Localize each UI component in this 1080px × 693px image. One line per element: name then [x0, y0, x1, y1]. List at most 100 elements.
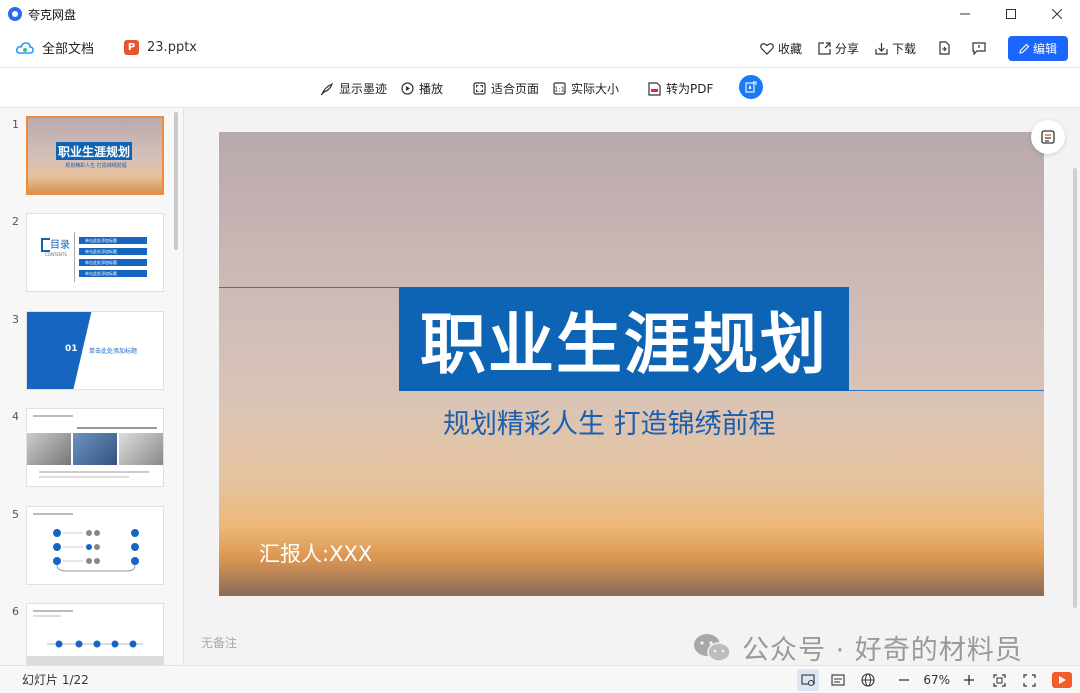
zoom-in-button[interactable] [958, 669, 980, 691]
thumbnail-slide-6[interactable]: 6 [0, 603, 172, 665]
zoom-out-button[interactable] [893, 669, 915, 691]
web-view-button[interactable] [857, 669, 879, 691]
fullscreen-button[interactable] [1018, 669, 1040, 691]
favorite-label: 收藏 [777, 41, 802, 56]
slide-notes[interactable]: 无备注 [201, 634, 237, 651]
favorite-button[interactable]: 收藏 [760, 40, 802, 57]
ai-edit-icon [745, 81, 757, 93]
share-icon [818, 41, 831, 55]
close-button[interactable] [1034, 0, 1080, 28]
actual-size-icon: 1:1 [553, 82, 566, 95]
open-external-button[interactable] [938, 41, 950, 55]
normal-view-button[interactable] [797, 669, 820, 691]
app-logo-icon [8, 7, 22, 21]
thumbnail-scrollbar[interactable] [174, 112, 178, 250]
feedback-button[interactable] [972, 41, 986, 55]
thumbnail-subtitle: 规划精彩人生 打造锦绣前程 [65, 163, 127, 169]
thumbnail-number: 3 [12, 313, 19, 326]
thumbnail-preview[interactable]: 职业生涯规划 规划精彩人生 打造锦绣前程 [26, 116, 164, 195]
download-label: 下载 [891, 41, 916, 56]
minimize-icon [960, 13, 970, 15]
thumbnail-number: 5 [12, 508, 19, 521]
thumbnail-title: 职业生涯规划 [56, 142, 132, 160]
minimize-button[interactable] [942, 0, 988, 28]
play-button[interactable]: 播放 [401, 80, 443, 97]
cloud-icon[interactable] [16, 41, 34, 55]
heart-icon [760, 42, 774, 55]
thumbnail-label: 单击此处添加标题 [89, 348, 138, 355]
thumbnail-slide-1[interactable]: 1 职业生涯规划 规划精彩人生 打造锦绣前程 [0, 116, 172, 198]
document-header: 全部文档 P 23.pptx 收藏 分享 下载 编辑 [0, 28, 1080, 68]
thumbnail-slide-3[interactable]: 3 01 单击此处添加标题 [0, 311, 172, 393]
ai-assistant-button[interactable] [739, 75, 763, 99]
slide-reporter: 汇报人:XXX [259, 542, 373, 566]
thumbnail-title: 目录 [41, 236, 70, 252]
thumbnail-preview[interactable] [26, 408, 164, 487]
to-pdf-button[interactable]: 转为PDF [648, 80, 713, 97]
watermark-text: 公众号 · 好奇的材料员 [742, 635, 1023, 666]
app-title: 夸克网盘 [28, 7, 77, 22]
minus-icon [899, 679, 910, 681]
slide-decor-line [219, 287, 399, 288]
slide-count: 幻灯片 1/22 [22, 673, 89, 687]
feedback-icon [972, 41, 986, 55]
pdf-icon [648, 81, 661, 96]
file-name: 23.pptx [147, 40, 197, 55]
canvas-scrollbar[interactable] [1073, 168, 1077, 608]
download-button[interactable]: 下载 [875, 40, 916, 57]
slide-panel-toggle-button[interactable] [1031, 120, 1065, 154]
slide-subtitle: 规划精彩人生 打造锦绣前程 [443, 409, 776, 440]
thumbnail-preview[interactable] [26, 603, 164, 665]
fit-window-button[interactable] [988, 669, 1010, 691]
title-bar: 夸克网盘 [0, 0, 1080, 28]
view-toolbar: 显示墨迹 播放 适合页面 1:1 实际大小 转为PDF [0, 68, 1080, 108]
wechat-icon [694, 633, 731, 662]
thumbnail-number: 4 [12, 410, 19, 423]
slide-canvas[interactable]: 职业生涯规划 规划精彩人生 打造锦绣前程 汇报人:XXX 无备注 公众号 · 好… [184, 108, 1080, 666]
current-slide[interactable]: 职业生涯规划 规划精彩人生 打造锦绣前程 汇报人:XXX [219, 132, 1044, 596]
thumbnail-number: 1 [12, 118, 19, 131]
fit-window-icon [992, 673, 1006, 687]
to-pdf-label: 转为PDF [666, 82, 714, 96]
zoom-level[interactable]: 67% [923, 673, 950, 687]
play-label: 播放 [419, 82, 444, 96]
show-ink-button[interactable]: 显示墨迹 [320, 80, 387, 97]
globe-icon [861, 673, 875, 687]
thumbnail-row: 单击此处添加标题 [79, 237, 147, 244]
window-controls [942, 0, 1080, 28]
pencil-icon [1019, 43, 1030, 54]
file-export-icon [939, 41, 950, 55]
show-ink-label: 显示墨迹 [339, 82, 388, 96]
pptx-file-icon: P [124, 40, 140, 55]
maximize-button[interactable] [988, 0, 1034, 28]
slideshow-play-button[interactable] [1052, 672, 1072, 688]
thumbnail-slide-5[interactable]: 5 [0, 506, 172, 588]
slide-thumbnail-panel[interactable]: 1 职业生涯规划 规划精彩人生 打造锦绣前程 2 目录 CONTENTS 单击此… [0, 108, 184, 665]
actual-size-button[interactable]: 1:1 实际大小 [553, 80, 619, 97]
thumbnail-slide-4[interactable]: 4 [0, 408, 172, 490]
thumbnail-row: 单击此处添加标题 [79, 270, 147, 277]
edit-label: 编辑 [1032, 41, 1057, 56]
slide-title: 职业生涯规划 [420, 306, 828, 383]
all-documents-link[interactable]: 全部文档 [42, 38, 94, 57]
thumbnail-preview[interactable]: 目录 CONTENTS 单击此处添加标题 单击此处添加标题 单击此处添加标题 单… [26, 213, 164, 292]
edit-button[interactable]: 编辑 [1008, 35, 1068, 61]
fit-page-label: 适合页面 [491, 82, 540, 96]
share-button[interactable]: 分享 [818, 40, 859, 57]
diagram-illustration [53, 529, 139, 572]
thumbnail-preview[interactable]: 01 单击此处添加标题 [26, 311, 164, 390]
thumbnail-preview[interactable] [26, 506, 164, 585]
actual-size-label: 实际大小 [571, 82, 620, 96]
timeline-illustration [27, 640, 163, 665]
fullscreen-icon [1022, 673, 1036, 687]
status-bar: 幻灯片 1/22 67% [0, 665, 1080, 693]
thumbnail-number: 2 [12, 215, 19, 228]
thumbnail-slide-2[interactable]: 2 目录 CONTENTS 单击此处添加标题 单击此处添加标题 单击此处添加标题… [0, 213, 172, 295]
fit-page-button[interactable]: 适合页面 [473, 80, 539, 97]
notes-view-button[interactable] [827, 669, 849, 691]
close-icon [1052, 9, 1062, 19]
play-circle-icon [401, 82, 414, 95]
maximize-icon [1006, 9, 1016, 19]
plus-icon [964, 675, 974, 685]
download-icon [875, 42, 888, 55]
